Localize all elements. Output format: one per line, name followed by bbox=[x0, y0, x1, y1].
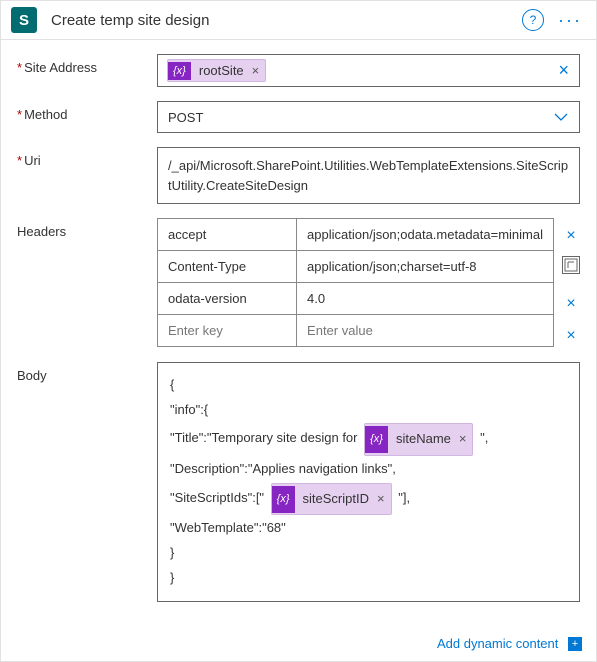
method-value: POST bbox=[168, 110, 203, 125]
table-row: accept application/json;odata.metadata=m… bbox=[158, 219, 554, 251]
token-remove-icon[interactable]: × bbox=[250, 63, 266, 78]
label-headers: Headers bbox=[17, 218, 157, 348]
remove-row-icon[interactable]: × bbox=[566, 324, 575, 348]
header-value-input[interactable]: Enter value bbox=[297, 315, 554, 347]
site-address-input[interactable]: {x} rootSite × × bbox=[157, 54, 580, 87]
body-text: ", bbox=[480, 430, 488, 445]
body-text: "Title":"Temporary site design for bbox=[170, 430, 361, 445]
body-line: "info":{ bbox=[170, 398, 567, 423]
body-line: } bbox=[170, 541, 567, 566]
uri-input[interactable]: /_api/Microsoft.SharePoint.Utilities.Web… bbox=[157, 147, 580, 204]
body-line: "SiteScriptIds":[" {x} siteScriptID × "]… bbox=[170, 482, 567, 517]
clear-field-icon[interactable]: × bbox=[554, 60, 573, 81]
card-header: S Create temp site design ? ··· bbox=[1, 1, 596, 40]
header-key-input[interactable]: Content-Type bbox=[158, 251, 297, 283]
body-line: { bbox=[170, 373, 567, 398]
method-dropdown[interactable]: POST bbox=[157, 101, 580, 133]
body-text: "SiteScriptIds":[" bbox=[170, 490, 264, 505]
headers-table: accept application/json;odata.metadata=m… bbox=[157, 218, 554, 347]
header-key-input[interactable]: accept bbox=[158, 219, 297, 251]
label-method: Method bbox=[17, 101, 157, 133]
form-body: Site Address {x} rootSite × × Method POS… bbox=[1, 40, 596, 632]
label-body: Body bbox=[17, 362, 157, 602]
add-dynamic-content-link[interactable]: Add dynamic content bbox=[437, 636, 558, 651]
header-key-input[interactable]: odata-version bbox=[158, 283, 297, 315]
body-line: "WebTemplate":"68" bbox=[170, 516, 567, 541]
token-remove-icon[interactable]: × bbox=[457, 427, 473, 452]
token-rootsite[interactable]: {x} rootSite × bbox=[167, 59, 266, 82]
action-card: S Create temp site design ? ··· Site Add… bbox=[0, 0, 597, 662]
headers-side-icons: × × × bbox=[562, 218, 580, 348]
token-label: siteName bbox=[388, 424, 457, 455]
text-mode-toggle-icon[interactable] bbox=[562, 256, 580, 274]
token-remove-icon[interactable]: × bbox=[375, 487, 391, 512]
body-text: "], bbox=[398, 490, 410, 505]
fx-badge-icon: {x} bbox=[168, 62, 191, 80]
header-value-input[interactable]: application/json;odata.metadata=minimal bbox=[297, 219, 554, 251]
body-input[interactable]: { "info":{ "Title":"Temporary site desig… bbox=[157, 362, 580, 602]
help-icon[interactable]: ? bbox=[522, 9, 544, 31]
fx-badge-icon: {x} bbox=[365, 426, 388, 453]
table-row: odata-version 4.0 bbox=[158, 283, 554, 315]
label-site-address: Site Address bbox=[17, 54, 157, 87]
header-value-input[interactable]: application/json;charset=utf-8 bbox=[297, 251, 554, 283]
chevron-down-icon bbox=[553, 109, 569, 125]
remove-row-icon[interactable]: × bbox=[566, 224, 575, 248]
footer: Add dynamic content + bbox=[1, 632, 596, 662]
token-label: siteScriptID bbox=[295, 484, 375, 515]
header-key-input[interactable]: Enter key bbox=[158, 315, 297, 347]
token-sitename[interactable]: {x} siteName × bbox=[364, 423, 473, 456]
token-sitescriptid[interactable]: {x} siteScriptID × bbox=[271, 483, 392, 516]
table-row: Content-Type application/json;charset=ut… bbox=[158, 251, 554, 283]
sharepoint-logo-icon: S bbox=[11, 7, 37, 33]
body-line: "Title":"Temporary site design for {x} s… bbox=[170, 422, 567, 457]
token-label: rootSite bbox=[191, 60, 250, 81]
card-title: Create temp site design bbox=[51, 12, 522, 29]
label-uri: Uri bbox=[17, 147, 157, 204]
body-line: } bbox=[170, 566, 567, 591]
more-icon[interactable]: ··· bbox=[554, 10, 586, 31]
table-row: Enter key Enter value bbox=[158, 315, 554, 347]
body-line: "Description":"Applies navigation links"… bbox=[170, 457, 567, 482]
remove-row-icon[interactable]: × bbox=[566, 292, 575, 316]
header-value-input[interactable]: 4.0 bbox=[297, 283, 554, 315]
fx-badge-icon: {x} bbox=[272, 486, 295, 513]
plus-icon[interactable]: + bbox=[568, 637, 582, 651]
